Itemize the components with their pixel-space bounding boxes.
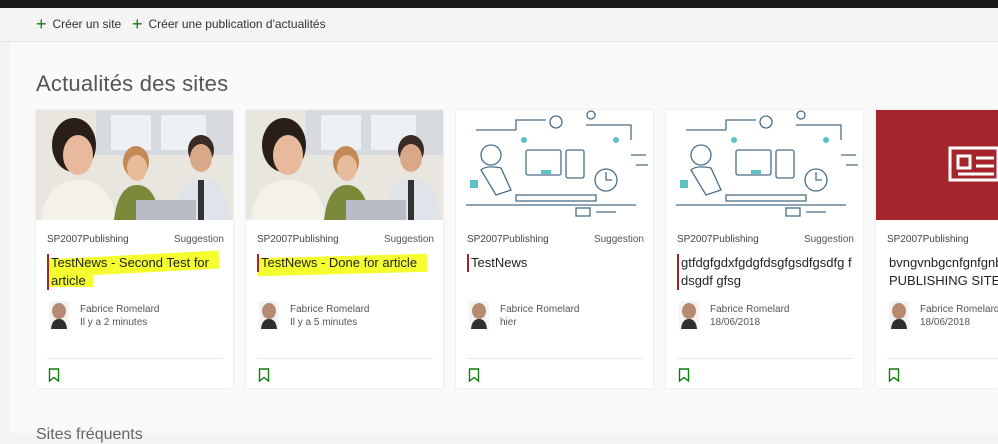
news-card[interactable]: SP2007Publishing Suggestion TestNews Fab… <box>456 110 653 388</box>
news-thumbnail <box>246 110 443 220</box>
publish-time: Il y a 5 minutes <box>290 317 358 328</box>
suggestion-tag: Suggestion <box>173 234 224 245</box>
news-thumbnail <box>876 110 998 220</box>
divider <box>257 358 433 359</box>
plus-icon: + <box>36 14 47 34</box>
frequent-sites-title: Sites fréquents <box>36 426 143 443</box>
publish-time: 18/06/2018 <box>710 317 761 328</box>
news-card[interactable]: SP2007Publishing Suggestion gtfdgfgdxfgd… <box>666 110 863 388</box>
newspaper-icon <box>948 146 998 182</box>
news-title[interactable]: TestNews - Second Test for article <box>47 254 231 290</box>
author-name[interactable]: Fabrice Romelard <box>80 304 159 315</box>
publish-time: hier <box>500 317 517 328</box>
bookmark-icon[interactable] <box>258 368 270 383</box>
create-site-label: Créer un site <box>52 17 122 31</box>
publish-time: 18/06/2018 <box>920 317 971 328</box>
avatar <box>469 301 489 329</box>
avatar <box>259 301 279 329</box>
author-block: Fabrice Romelard Il y a 2 minutes <box>49 301 229 331</box>
create-site-button[interactable]: + Créer un site <box>36 14 122 34</box>
command-bar: + Créer un site + Créer une publication … <box>0 8 998 42</box>
divider <box>677 358 853 359</box>
suggestion-tag: Suggestion <box>803 234 854 245</box>
news-thumbnail <box>36 110 233 220</box>
site-name[interactable]: SP2007Publishing <box>47 234 129 245</box>
site-name[interactable]: SP2007Publishing <box>677 234 759 245</box>
news-title[interactable]: bvngvnbgcnfgnfgnbv PUBLISHING SITE <box>887 254 998 290</box>
author-name[interactable]: Fabrice Romelard <box>710 304 789 315</box>
plus-icon: + <box>132 14 143 34</box>
avatar <box>679 301 699 329</box>
news-card[interactable]: SP2007Publishing Suggestion TestNews - S… <box>36 110 233 388</box>
site-name[interactable]: SP2007Publishing <box>887 234 969 245</box>
news-title[interactable]: TestNews <box>467 254 651 272</box>
author-block: Fabrice Romelard hier <box>469 301 649 331</box>
author-name[interactable]: Fabrice Romelard <box>920 304 998 315</box>
news-title[interactable]: gtfdgfgdxfgdgfdsgfgsdfgsdfg fdsgdf gfsg <box>677 254 857 290</box>
avatar <box>49 301 69 329</box>
news-thumbnail <box>456 110 653 220</box>
news-thumbnail <box>666 110 863 220</box>
site-name[interactable]: SP2007Publishing <box>467 234 549 245</box>
publish-time: Il y a 2 minutes <box>80 317 148 328</box>
suggestion-tag: Suggestion <box>593 234 644 245</box>
top-bar <box>0 0 998 8</box>
bookmark-icon[interactable] <box>678 368 690 383</box>
author-name[interactable]: Fabrice Romelard <box>290 304 369 315</box>
author-block: Fabrice Romelard 18/06/2018 <box>889 301 998 331</box>
bookmark-icon[interactable] <box>888 368 900 383</box>
suggestion-tag: Suggestion <box>383 234 434 245</box>
divider <box>887 358 998 359</box>
create-news-label: Créer une publication d'actualités <box>148 17 326 31</box>
create-news-button[interactable]: + Créer une publication d'actualités <box>132 14 326 34</box>
author-name[interactable]: Fabrice Romelard <box>500 304 579 315</box>
author-block: Fabrice Romelard Il y a 5 minutes <box>259 301 439 331</box>
news-title[interactable]: TestNews - Done for article <box>257 254 441 272</box>
divider <box>467 358 643 359</box>
divider <box>47 358 223 359</box>
bookmark-icon[interactable] <box>48 368 60 383</box>
site-name[interactable]: SP2007Publishing <box>257 234 339 245</box>
news-card[interactable]: SP2007Publishing Suggestion TestNews - D… <box>246 110 443 388</box>
news-card[interactable]: SP2007Publishing bvngvnbgcnfgnfgnbv PUBL… <box>876 110 998 388</box>
section-title: Actualités des sites <box>36 71 229 96</box>
avatar <box>889 301 909 329</box>
author-block: Fabrice Romelard 18/06/2018 <box>679 301 859 331</box>
bookmark-icon[interactable] <box>468 368 480 383</box>
